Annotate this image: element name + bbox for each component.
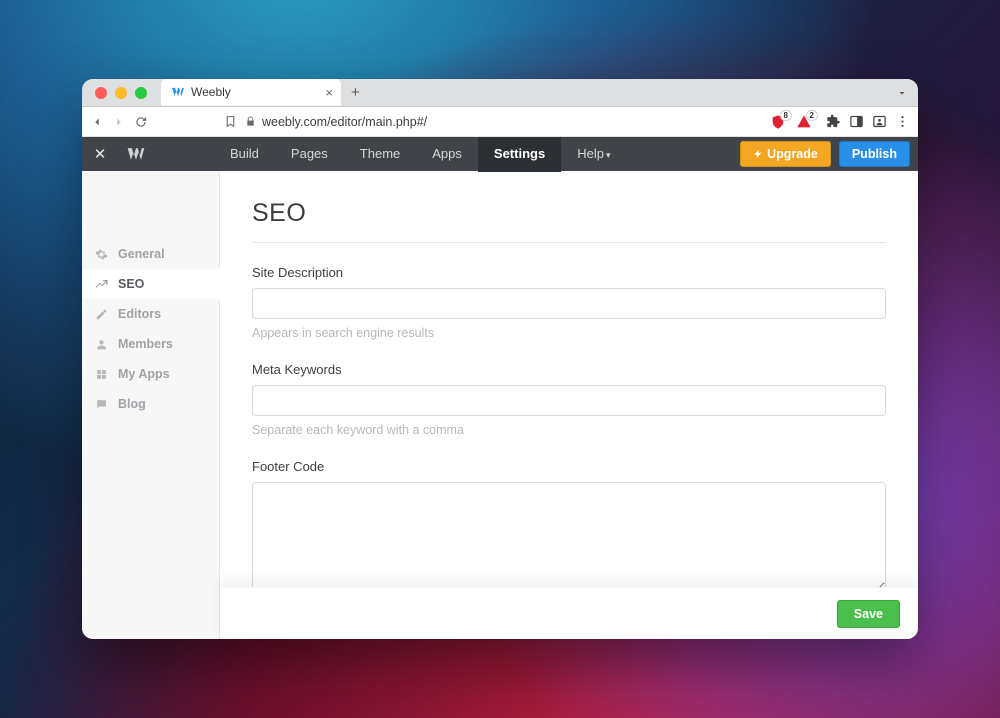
tab-overflow-button[interactable] [896, 87, 908, 99]
sidebar-members-label: Members [118, 337, 173, 351]
extensions-puzzle-icon[interactable] [826, 114, 841, 129]
settings-content: SEO Site Description Appears in search e… [220, 171, 918, 639]
settings-sidebar: General SEO Editors Members My Apps [82, 171, 220, 639]
sidebar-editors-label: Editors [118, 307, 161, 321]
panel-icon[interactable] [849, 114, 864, 129]
field-meta-keywords: Meta Keywords Separate each keyword with… [252, 362, 886, 437]
site-description-input[interactable] [252, 288, 886, 319]
sidebar-item-editors[interactable]: Editors [82, 299, 219, 329]
sidebar-general-label: General [118, 247, 165, 261]
browser-tab[interactable]: Weebly × [161, 79, 341, 106]
publish-label: Publish [852, 147, 897, 161]
nav-forward-button[interactable] [112, 115, 126, 129]
extension-icons: 8 2 [770, 114, 812, 130]
pencil-icon [94, 308, 108, 321]
lock-icon [245, 116, 256, 127]
nav-back-button[interactable] [90, 115, 104, 129]
trend-icon [94, 278, 108, 291]
weebly-logo-icon[interactable] [118, 144, 154, 164]
site-description-label: Site Description [252, 265, 886, 280]
sidebar-item-seo[interactable]: SEO [82, 269, 219, 299]
nav-settings[interactable]: Settings [478, 137, 561, 172]
address-bar[interactable]: weebly.com/editor/main.php#/ [245, 115, 762, 129]
nav-build[interactable]: Build [214, 137, 275, 172]
editor-close-button[interactable]: ✕ [82, 145, 118, 163]
window-zoom-button[interactable] [135, 87, 147, 99]
site-description-hint: Appears in search engine results [252, 326, 886, 340]
meta-keywords-hint: Separate each keyword with a comma [252, 423, 886, 437]
window-minimize-button[interactable] [115, 87, 127, 99]
nav-reload-button[interactable] [134, 115, 148, 129]
tab-title: Weebly [191, 85, 325, 99]
app-nav: Build Pages Theme Apps Settings Help▾ [214, 137, 626, 172]
grid-icon [94, 368, 108, 381]
chat-icon [94, 398, 108, 411]
url-text: weebly.com/editor/main.php#/ [262, 115, 427, 129]
account-icon[interactable] [872, 114, 887, 129]
window-close-button[interactable] [95, 87, 107, 99]
publish-button[interactable]: Publish [839, 141, 910, 167]
browser-toolbar: weebly.com/editor/main.php#/ 8 2 [82, 107, 918, 137]
tab-close-button[interactable]: × [325, 86, 333, 99]
browser-window: Weebly × + [82, 79, 918, 639]
nav-theme[interactable]: Theme [344, 137, 416, 172]
footer-code-label: Footer Code [252, 459, 886, 474]
page-title: SEO [252, 199, 886, 243]
nav-help-label: Help [577, 146, 604, 161]
footer-code-textarea[interactable] [252, 482, 886, 592]
bookmark-icon[interactable] [224, 115, 237, 128]
weebly-favicon-icon [171, 85, 185, 99]
extension-shield-badge: 8 [780, 110, 792, 121]
sidebar-item-members[interactable]: Members [82, 329, 219, 359]
meta-keywords-input[interactable] [252, 385, 886, 416]
browser-tabstrip: Weebly × + [82, 79, 918, 107]
nav-help[interactable]: Help▾ [561, 137, 626, 172]
bolt-icon [753, 148, 763, 160]
sidebar-item-blog[interactable]: Blog [82, 389, 219, 419]
sidebar-seo-label: SEO [118, 277, 144, 291]
extension-alert-badge: 2 [806, 110, 818, 121]
app-header: ✕ Build Pages Theme Apps Settings Help▾ … [82, 137, 918, 171]
extension-alert-icon[interactable]: 2 [796, 114, 812, 130]
chevron-down-icon: ▾ [606, 150, 611, 160]
desktop-background: Weebly × + [0, 0, 1000, 718]
save-button[interactable]: Save [837, 600, 900, 628]
sidebar-myapps-label: My Apps [118, 367, 170, 381]
gear-icon [94, 248, 108, 261]
extension-shield-icon[interactable]: 8 [770, 114, 786, 130]
save-bar: Save [220, 587, 918, 639]
upgrade-button[interactable]: Upgrade [740, 141, 831, 167]
nav-apps[interactable]: Apps [416, 137, 478, 172]
sidebar-item-general[interactable]: General [82, 239, 219, 269]
person-icon [94, 338, 108, 351]
app-body: General SEO Editors Members My Apps [82, 171, 918, 639]
sidebar-blog-label: Blog [118, 397, 146, 411]
browser-menu-button[interactable] [895, 114, 910, 129]
nav-pages[interactable]: Pages [275, 137, 344, 172]
sidebar-item-myapps[interactable]: My Apps [82, 359, 219, 389]
meta-keywords-label: Meta Keywords [252, 362, 886, 377]
field-site-description: Site Description Appears in search engin… [252, 265, 886, 340]
new-tab-button[interactable]: + [351, 85, 360, 100]
window-controls [82, 87, 147, 106]
upgrade-label: Upgrade [767, 147, 818, 161]
